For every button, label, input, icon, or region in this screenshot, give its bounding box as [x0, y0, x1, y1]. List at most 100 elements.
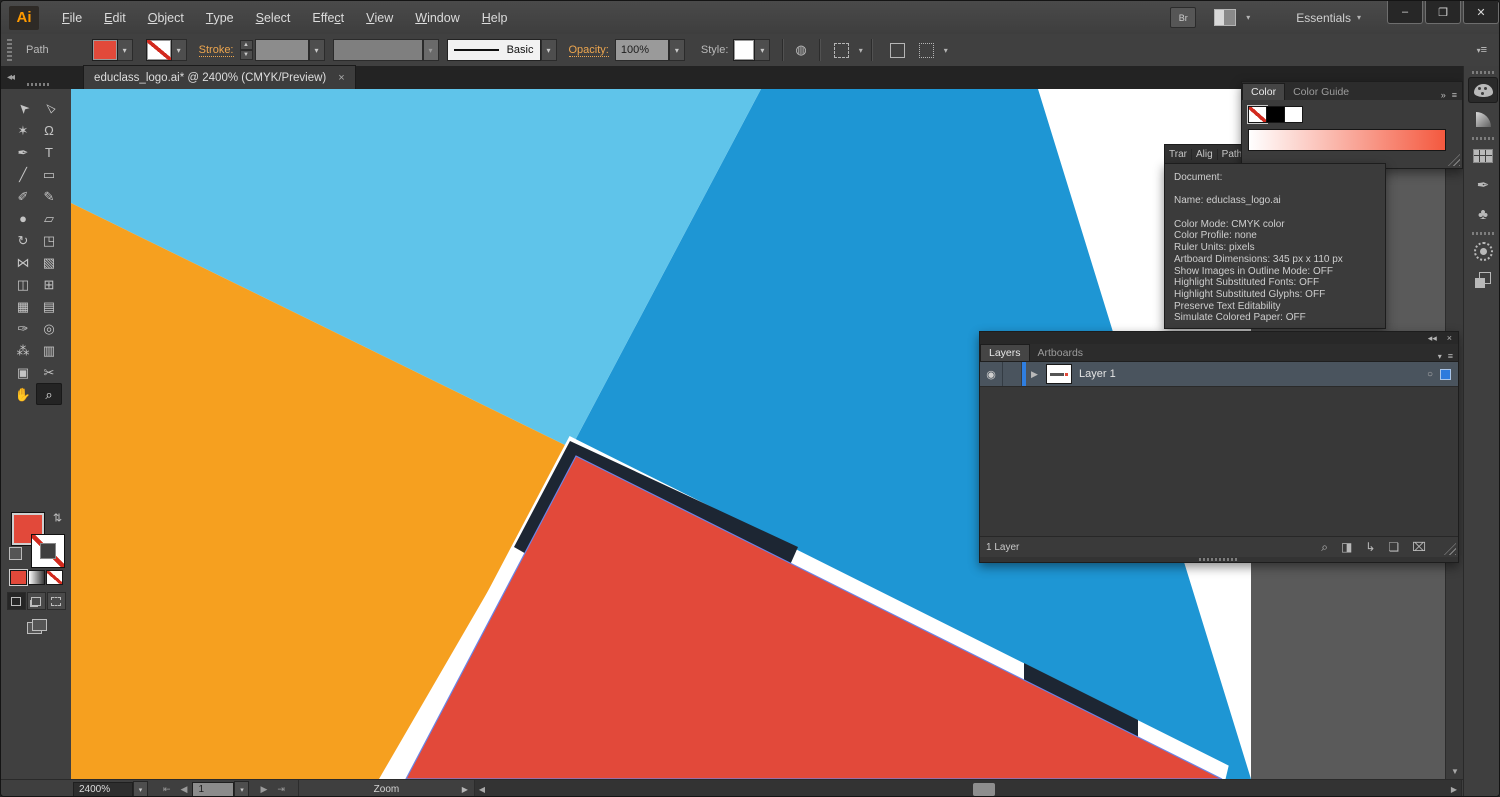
swap-fill-stroke-icon[interactable]: ⇄: [51, 513, 64, 522]
draw-normal-mode-button[interactable]: [6, 592, 26, 610]
workspace-switcher[interactable]: Essentials ▾: [1296, 11, 1361, 25]
status-menu-icon[interactable]: ▶: [462, 785, 468, 794]
stroke-weight-dropdown[interactable]: ▾: [308, 39, 325, 61]
toolbar-gripper[interactable]: [27, 83, 50, 86]
document-tab[interactable]: educlass_logo.ai* @ 2400% (CMYK/Preview)…: [83, 65, 356, 89]
next-artboard-icon[interactable]: ▶: [255, 784, 272, 795]
stroke-dropdown-button[interactable]: ▾: [170, 39, 187, 61]
symbol-sprayer-tool[interactable]: ⁂: [10, 339, 36, 361]
make-clipping-mask-icon[interactable]: ◨: [1341, 540, 1352, 555]
brush-dropdown[interactable]: ▾: [540, 39, 557, 61]
expand-layer-icon[interactable]: ▶: [1026, 362, 1043, 386]
zoom-tool[interactable]: ⌕: [36, 383, 62, 405]
perspective-grid-tool[interactable]: ⊞: [36, 273, 62, 295]
new-sublayer-icon[interactable]: ↳: [1365, 540, 1375, 555]
delete-layer-icon[interactable]: ⌧: [1412, 540, 1426, 555]
draw-behind-mode-button[interactable]: [26, 592, 46, 610]
pencil-tool[interactable]: ✎: [36, 185, 62, 207]
recolor-artwork-icon[interactable]: ◍: [795, 42, 806, 58]
layer-name[interactable]: Layer 1: [1079, 368, 1427, 380]
menu-select[interactable]: Select: [245, 1, 302, 34]
control-panel-menu-icon[interactable]: ▾ ≡: [1471, 44, 1487, 56]
fill-dropdown-button[interactable]: ▾: [116, 39, 133, 61]
menu-window[interactable]: Window: [404, 1, 470, 34]
target-circle-icon[interactable]: ○: [1427, 369, 1433, 380]
scale-tool[interactable]: ◳: [36, 229, 62, 251]
appearance-panel-icon[interactable]: [1468, 238, 1498, 264]
line-segment-tool[interactable]: ╱: [10, 163, 36, 185]
paintbrush-tool[interactable]: ✐: [10, 185, 36, 207]
locate-object-icon[interactable]: ⌕: [1321, 540, 1328, 555]
blend-tool[interactable]: ◎: [36, 317, 62, 339]
close-tab-icon[interactable]: ×: [338, 72, 344, 84]
fill-color-swatch[interactable]: [92, 40, 117, 60]
last-artboard-icon[interactable]: ⇥: [272, 784, 290, 795]
tint-ramp[interactable]: [1249, 130, 1445, 150]
scroll-left-icon[interactable]: ◀: [475, 785, 489, 794]
menu-object[interactable]: Object: [137, 1, 195, 34]
menu-edit[interactable]: Edit: [93, 1, 137, 34]
blob-brush-tool[interactable]: ●: [10, 207, 36, 229]
selection-tool[interactable]: ➤: [10, 97, 36, 119]
width-tool[interactable]: ⋈: [10, 251, 36, 273]
selection-indicator[interactable]: [1441, 369, 1450, 379]
rotate-tool[interactable]: ↻: [10, 229, 36, 251]
transparency-panel-icon[interactable]: [1468, 267, 1498, 293]
expand-panel-icon[interactable]: »: [1441, 90, 1446, 100]
tab-color[interactable]: Color: [1242, 83, 1286, 100]
chevron-down-icon[interactable]: ▾: [944, 46, 948, 55]
tab-color-guide[interactable]: Color Guide: [1285, 84, 1357, 100]
dock-gripper[interactable]: [1472, 137, 1494, 140]
swatches-panel-icon[interactable]: [1468, 143, 1498, 169]
none-swatch[interactable]: [1249, 107, 1266, 122]
horizontal-scrollbar[interactable]: ◀ ▶: [474, 780, 1461, 796]
brush-definition-field[interactable]: Basic: [446, 39, 541, 61]
previous-artboard-icon[interactable]: ◀: [176, 784, 193, 795]
style-swatch[interactable]: [734, 40, 755, 60]
align-bounds-icon[interactable]: [889, 42, 905, 58]
stroke-label[interactable]: Stroke:: [198, 44, 234, 57]
stroke-weight-stepper[interactable]: ▲ ▼: [239, 40, 253, 60]
artboard-dropdown[interactable]: ▾: [234, 780, 250, 796]
scroll-right-icon[interactable]: ▶: [1447, 785, 1461, 794]
chevron-down-icon[interactable]: ▾: [1246, 13, 1250, 22]
style-dropdown[interactable]: ▾: [754, 39, 771, 61]
menu-type[interactable]: Type: [195, 1, 245, 34]
dock-gripper[interactable]: [1472, 71, 1494, 74]
close-panel-icon[interactable]: ×: [1447, 333, 1452, 343]
eyedropper-tool[interactable]: ✑: [10, 317, 36, 339]
eraser-tool[interactable]: ▱: [36, 207, 62, 229]
none-mode-swatch[interactable]: [46, 571, 62, 584]
tab-transform[interactable]: Trar: [1165, 149, 1192, 160]
menu-effect[interactable]: Effe c t: [301, 1, 355, 34]
magic-wand-tool[interactable]: ✶: [10, 119, 36, 141]
slice-tool[interactable]: ✂: [36, 361, 62, 383]
symbols-panel-icon[interactable]: ♣: [1468, 201, 1498, 227]
dock-gripper[interactable]: [1472, 232, 1494, 235]
menu-view[interactable]: View: [355, 1, 404, 34]
direct-selection-tool[interactable]: ▻: [36, 97, 62, 119]
stroke-color-chip[interactable]: [32, 535, 64, 567]
stroke-weight-field[interactable]: [254, 39, 309, 61]
shape-builder-tool[interactable]: ◫: [10, 273, 36, 295]
black-swatch[interactable]: [1267, 107, 1284, 122]
horizontal-scroll-thumb[interactable]: [972, 783, 995, 796]
rectangle-tool[interactable]: ▭: [36, 163, 62, 185]
column-graph-tool[interactable]: ▥: [36, 339, 62, 361]
tab-artboards[interactable]: Artboards: [1030, 345, 1092, 361]
panel-gripper[interactable]: [1199, 558, 1239, 561]
control-bar-gripper[interactable]: [7, 39, 12, 61]
close-button[interactable]: ✕: [1463, 1, 1499, 24]
layer-thumbnail[interactable]: [1047, 365, 1071, 383]
width-profile-field[interactable]: [332, 39, 423, 61]
change-screen-mode-button[interactable]: [27, 619, 47, 635]
panel-resize-grip[interactable]: [1444, 543, 1456, 555]
draw-inside-mode-button[interactable]: [46, 592, 66, 610]
zoom-level-field[interactable]: 2400%: [73, 781, 133, 796]
scroll-down-icon[interactable]: ▼: [1446, 763, 1464, 779]
opacity-label[interactable]: Opacity:: [568, 44, 609, 57]
isolate-selected-object-icon[interactable]: [833, 42, 849, 58]
color-panel-icon[interactable]: [1468, 77, 1498, 103]
visibility-eye-icon[interactable]: ◉: [980, 362, 1003, 386]
default-fill-stroke-icon[interactable]: [9, 547, 22, 560]
